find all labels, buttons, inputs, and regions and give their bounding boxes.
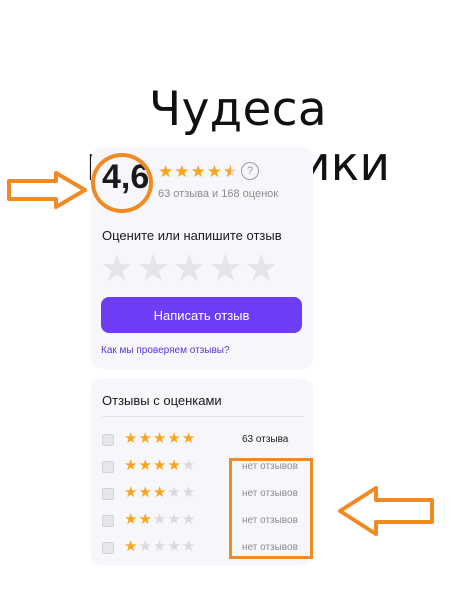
star-filled-icon: ★ <box>124 538 138 555</box>
row-count: 63 отзыва <box>242 434 289 445</box>
checkbox[interactable] <box>102 488 114 500</box>
star-filled-icon: ★ <box>138 457 152 474</box>
star-filled-icon: ★ <box>152 484 167 501</box>
rate-star-4-icon[interactable]: ★ <box>208 250 242 288</box>
star-filled-icon: ★ <box>152 457 167 474</box>
star-filled-icon: ★ <box>167 457 181 474</box>
row-stars: ★ ★ ★ ★ ★ <box>124 458 195 473</box>
star-icon: ★ <box>190 162 206 181</box>
half-star-icon: ★ <box>223 163 238 180</box>
score-highlight-circle <box>91 153 153 213</box>
star-filled-icon: ★ <box>124 484 138 501</box>
rate-star-3-icon[interactable]: ★ <box>172 250 206 288</box>
arrow-right-icon <box>7 171 87 209</box>
rating-input-stars[interactable]: ★ ★ ★ ★ ★ <box>100 250 278 288</box>
checkbox[interactable] <box>102 461 114 473</box>
star-filled-icon: ★ <box>138 430 152 447</box>
checkbox[interactable] <box>102 434 114 446</box>
rate-star-1-icon[interactable]: ★ <box>100 250 134 288</box>
filter-row-5-stars[interactable]: ★ ★ ★ ★ ★ 63 отзыва <box>102 431 312 450</box>
divider <box>102 416 304 417</box>
star-empty-icon: ★ <box>181 484 196 501</box>
star-empty-icon: ★ <box>152 538 167 555</box>
star-empty-icon: ★ <box>181 511 196 528</box>
checkbox[interactable] <box>102 515 114 527</box>
rate-prompt: Оцените или напишите отзыв <box>102 228 282 243</box>
row-stars: ★ ★ ★ ★ ★ <box>124 431 195 446</box>
star-empty-icon: ★ <box>167 538 181 555</box>
star-icon: ★ <box>174 162 190 181</box>
rating-stars: ★ ★ ★ ★ ★ <box>158 163 238 180</box>
star-empty-icon: ★ <box>167 484 181 501</box>
star-empty-icon: ★ <box>152 511 167 528</box>
star-filled-icon: ★ <box>124 511 138 528</box>
reviews-title: Отзывы с оценками <box>102 393 222 408</box>
star-filled-icon: ★ <box>138 484 152 501</box>
arrow-left-icon <box>338 486 434 536</box>
rate-star-2-icon[interactable]: ★ <box>136 250 170 288</box>
star-empty-icon: ★ <box>167 511 181 528</box>
row-stars: ★ ★ ★ ★ ★ <box>124 539 195 554</box>
star-icon: ★ <box>206 162 222 181</box>
row-stars: ★ ★ ★ ★ ★ <box>124 485 195 500</box>
star-filled-icon: ★ <box>181 430 196 447</box>
star-filled-icon: ★ <box>124 457 138 474</box>
rate-star-5-icon[interactable]: ★ <box>244 250 278 288</box>
review-check-link[interactable]: Как мы проверяем отзывы? <box>101 345 230 356</box>
star-icon: ★ <box>158 162 174 181</box>
star-empty-icon: ★ <box>181 457 196 474</box>
star-filled-icon: ★ <box>124 430 138 447</box>
star-empty-icon: ★ <box>138 538 152 555</box>
count-highlight-box <box>229 458 313 559</box>
star-filled-icon: ★ <box>152 430 167 447</box>
question-circle-icon[interactable]: ? <box>241 162 259 180</box>
rating-counts: 63 отзыва и 168 оценок <box>158 188 279 200</box>
star-filled-icon: ★ <box>138 511 152 528</box>
checkbox[interactable] <box>102 542 114 554</box>
row-stars: ★ ★ ★ ★ ★ <box>124 512 195 527</box>
star-empty-icon: ★ <box>181 538 196 555</box>
write-review-button[interactable]: Написать отзыв <box>101 297 302 333</box>
star-filled-icon: ★ <box>167 430 181 447</box>
